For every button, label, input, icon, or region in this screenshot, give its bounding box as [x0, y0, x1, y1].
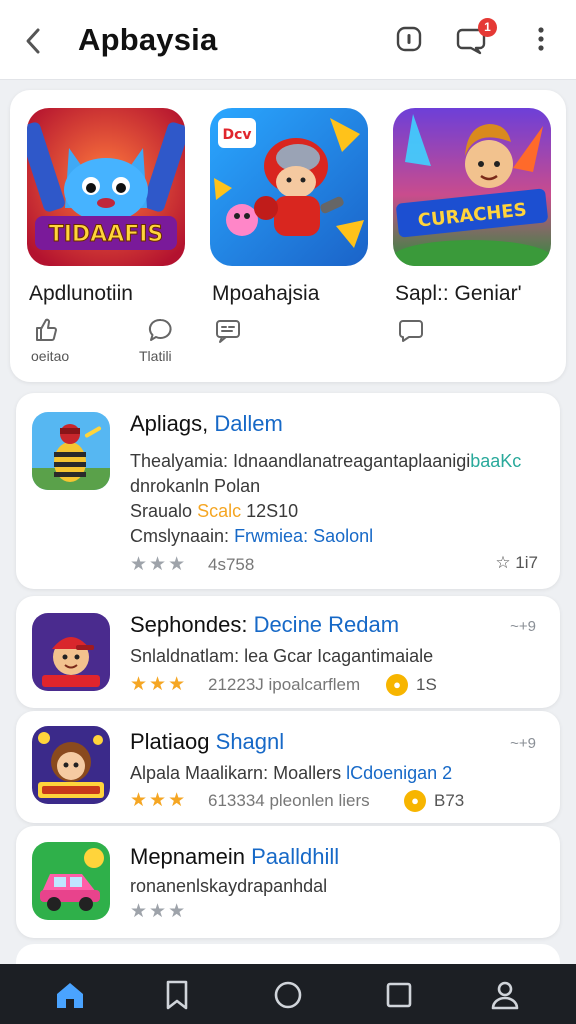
star-rating: ★★★: [130, 790, 188, 811]
category-value: Frwmiea: Saolonl: [234, 526, 374, 546]
chat-box-icon[interactable]: [214, 316, 242, 344]
list-item-title-accent: Paalldhill: [251, 844, 340, 869]
description-text: Alpala Maalikarn: Moallers: [130, 763, 342, 783]
list-item-description: ronanenlskaydrapanhdal: [130, 876, 328, 896]
coin-value: 1S: [416, 675, 437, 694]
list-item-title-accent: Decine Redam: [253, 612, 400, 637]
app-icon-bee-warrior[interactable]: [32, 412, 110, 490]
featured-app-card[interactable]: TIDAAFIS Apdlunotiin oeitao Tlatili: [27, 90, 197, 382]
list-item-detail: Sraualo Scalc 12S10: [130, 501, 298, 522]
featured-app-name: Mpoahajsia: [212, 282, 320, 305]
more-vertical-icon[interactable]: [524, 22, 558, 56]
notification-badge: 1: [478, 18, 497, 37]
list-item-badge-number: ~+9: [510, 618, 536, 635]
app-icon-doll-girl[interactable]: [32, 726, 110, 804]
back-chevron-icon[interactable]: [18, 24, 48, 58]
list-item-badge-number: ~+9: [510, 735, 536, 752]
app-icon-cap-kid[interactable]: [32, 613, 110, 691]
list-item-title-text: Sephondes:: [130, 612, 248, 637]
app-icon-art-text: Dcv: [222, 127, 251, 143]
list-item-category: Cmslynaain: Frwmiea: Saolonl: [130, 526, 373, 547]
description-text: Thealyamia: Idnaandlanatreagantaplaanigi: [130, 451, 471, 471]
category-label: Cmslynaain:: [130, 526, 230, 546]
detail-highlight: Scalc: [197, 501, 242, 521]
featured-app-subtext: Tlatili: [139, 348, 172, 364]
favorite-count[interactable]: ☆ 1i7: [495, 553, 538, 573]
list-item-title-accent: Dallem: [214, 411, 283, 436]
download-count: 613334 pleonlen liers: [208, 791, 370, 810]
coin-icon: ●: [404, 790, 426, 812]
featured-app-card[interactable]: Dcv Mpoahajsia: [210, 90, 380, 382]
description-accent: baaKc: [470, 451, 522, 471]
home-icon[interactable]: [53, 978, 87, 1012]
top-app-bar: Apbaysia 1: [0, 0, 576, 80]
featured-app-subtext: oeitao: [31, 348, 70, 364]
app-icon-curaches[interactable]: CURACHES: [393, 108, 551, 266]
page-title: Apbaysia: [78, 22, 218, 57]
list-item-title[interactable]: Platiaog Shagnl: [130, 729, 284, 755]
bookmark-icon[interactable]: [160, 978, 194, 1012]
list-item[interactable]: Mepnamein Paalldhill ronanenlskaydrapanh…: [16, 826, 560, 938]
download-count: 4s758: [208, 555, 255, 574]
list-item-title-text: Mepnamein: [130, 844, 245, 869]
circle-icon[interactable]: [271, 978, 305, 1012]
list-item-title[interactable]: Sephondes: Decine Redam: [130, 612, 399, 638]
list-item[interactable]: Platiaog Shagnl ~+9 Alpala Maalikarn: Mo…: [16, 711, 560, 823]
list-item-description: Alpala Maalikarn: Moallers lCdoenigan 2: [130, 763, 452, 784]
square-icon[interactable]: [382, 978, 416, 1012]
star-rating: ★★★: [130, 674, 188, 695]
list-item-title-text: Platiaog: [130, 729, 210, 754]
list-item[interactable]: Apliags, Dallem Thealyamia: Idnaandlanat…: [16, 393, 560, 589]
list-item-subtitle: dnrokanln Polan: [130, 476, 261, 496]
comment-bubble-icon[interactable]: [147, 316, 175, 344]
like-hand-icon[interactable]: [31, 316, 59, 344]
featured-app-name: Sapl:: Geniar': [395, 282, 522, 305]
app-icon-art-text: TIDAAFIS: [49, 222, 164, 247]
detail-label: Sraualo: [130, 501, 193, 521]
list-item-title-accent: Shagnl: [215, 729, 285, 754]
featured-app-card[interactable]: CURACHES Sapl:: Geniar': [393, 90, 563, 382]
list-item-description: Thealyamia: Idnaandlanatreagantaplaanigi…: [130, 451, 521, 472]
app-icon-robot-hero[interactable]: Dcv: [210, 108, 368, 266]
list-item-title[interactable]: Apliags, Dallem: [130, 411, 283, 437]
download-count: 21223J ipoalcarflem: [208, 675, 361, 694]
coin-icon: ●: [386, 674, 408, 696]
chat-bubble-icon[interactable]: [397, 316, 425, 344]
star-rating: ★★★: [130, 554, 188, 575]
coin-value: B73: [434, 791, 465, 810]
app-icon-pink-car[interactable]: [32, 842, 110, 920]
list-item-description: Snlaldnatlam: lea Gcar Icagantimaiale: [130, 646, 434, 666]
list-item[interactable]: Sephondes: Decine Redam ~+9 Snlaldnatlam…: [16, 596, 560, 708]
list-item-title[interactable]: Mepnamein Paalldhill: [130, 844, 339, 870]
featured-carousel: TIDAAFIS Apdlunotiin oeitao Tlatili Dcv …: [10, 90, 566, 382]
detail-value: 12S10: [246, 501, 299, 521]
shield-icon[interactable]: [392, 22, 426, 56]
description-accent: lCdoenigan 2: [346, 763, 453, 783]
list-item-title-text: Apliags,: [130, 411, 209, 436]
profile-icon[interactable]: [488, 978, 522, 1012]
bottom-navigation: [0, 964, 576, 1024]
star-rating: ★★★: [130, 901, 188, 922]
app-icon-tidaafis[interactable]: TIDAAFIS: [27, 108, 185, 266]
featured-app-name: Apdlunotiin: [29, 282, 133, 305]
